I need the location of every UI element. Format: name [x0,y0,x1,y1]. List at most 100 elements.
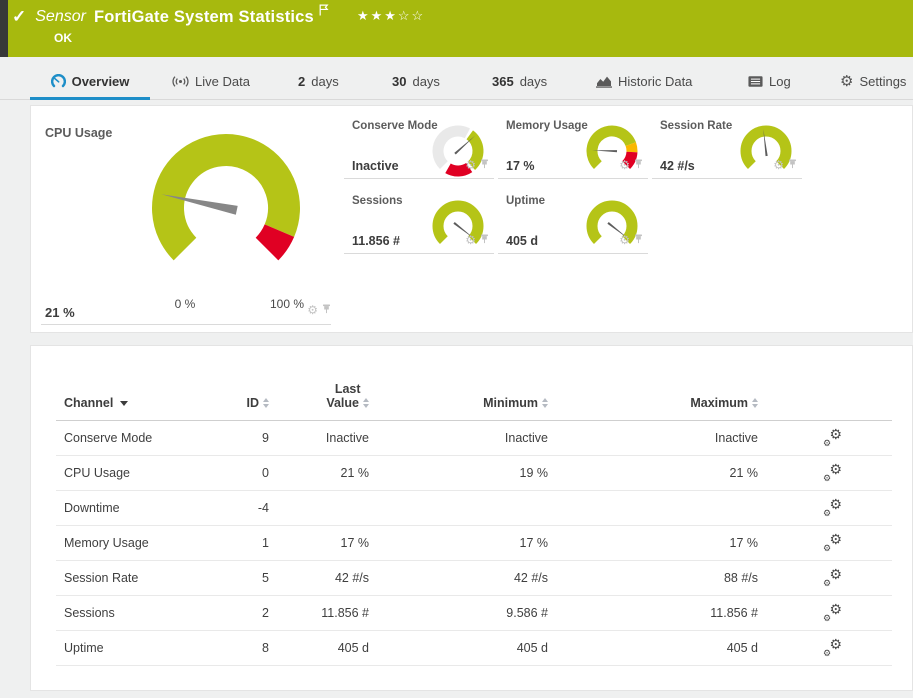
status-badge: OK [54,31,72,45]
gauge-tile-uptime: Uptime 405 d ⚙ [498,191,648,254]
gauge-title: Uptime [506,195,545,207]
column-label: Last [334,382,361,396]
status-ok-check-icon: ✓ [12,7,27,26]
column-header-maximum[interactable]: Maximum [690,396,758,410]
column-header-minimum[interactable]: Minimum [483,396,548,410]
channel-settings-button[interactable]: ⚙ ⚙ [823,567,842,588]
tab-overview[interactable]: Overview [30,62,150,100]
tab-number: 30 [392,73,407,89]
gauge-settings-gear-icon[interactable]: ⚙ [619,234,630,246]
table-row: Sessions 2 11.856 # 9.586 # 11.856 # ⚙ ⚙ [56,596,892,631]
table-row: Downtime -4 ⚙ ⚙ [56,491,892,526]
gear-icon: ⚙ [829,531,842,547]
small-gear-icon: ⚙ [823,438,832,448]
cell-channel-name: Memory Usage [64,536,149,550]
sort-arrows-icon [752,398,758,408]
cell-maximum: Inactive [714,431,758,445]
gauge-value: 405 d [506,234,538,248]
gauge-title: Conserve Mode [352,120,438,132]
column-header-channel[interactable]: Channel [64,396,129,410]
gauge-settings-gear-icon[interactable]: ⚙ [773,159,784,171]
tab-label: Log [769,73,791,89]
gear-icon: ⚙ [829,601,842,617]
gauge-tile-session-rate: Session Rate 42 #/s ⚙ [652,116,802,179]
channel-settings-button[interactable]: ⚙ ⚙ [823,426,842,448]
tab-365-days[interactable]: 365 days [492,62,547,100]
gauges-panel: CPU Usage 0 % 100 % 21 % ⚙ Conserve Mode… [30,105,913,333]
cell-maximum: 405 d [726,641,758,655]
gauge-pin-icon[interactable] [322,301,331,319]
cell-channel-name: Conserve Mode [64,431,153,445]
cell-last-value: 11.856 # [321,606,369,620]
gauge-settings-gear-icon[interactable]: ⚙ [619,159,630,171]
tab-live-data[interactable]: Live Data [172,62,250,100]
channel-settings-button[interactable]: ⚙ ⚙ [823,462,842,483]
cell-id: 5 [262,571,269,585]
priority-stars[interactable]: ★★★☆☆ [357,8,425,24]
cell-id: 0 [262,466,269,480]
log-list-icon [748,75,763,87]
gauge-title: Session Rate [660,120,733,132]
tab-label: Overview [71,73,130,89]
gauge-tile-sessions: Sessions 11.856 # ⚙ [344,191,494,254]
tab-bar: Overview Live Data 2 days 30 days 365 da… [0,62,913,100]
gauge-title: CPU Usage [45,126,113,140]
gauge-settings-gear-icon[interactable]: ⚙ [465,234,476,246]
tab-historic-data[interactable]: Historic Data [596,62,692,100]
cell-maximum: 21 % [729,466,759,480]
column-label: Minimum [483,396,538,410]
sort-arrows-icon [542,398,548,408]
gauge-settings-gear-icon[interactable]: ⚙ [465,159,476,171]
small-gear-icon: ⚙ [823,613,832,623]
table-row: Memory Usage 1 17 % 17 % 17 % ⚙ ⚙ [56,526,892,561]
small-gear-icon: ⚙ [823,578,832,588]
tab-2-days[interactable]: 2 days [298,62,339,100]
gear-icon: ⚙ [840,72,854,90]
small-gear-icon: ⚙ [823,473,832,483]
gauge-pin-icon[interactable] [634,156,643,174]
cell-id: -4 [257,501,269,515]
cell-last-value: 17 % [340,536,370,550]
column-label: ID [246,396,260,410]
cell-minimum: Inactive [504,431,548,445]
channel-settings-button[interactable]: ⚙ ⚙ [823,531,842,553]
cell-minimum: 42 #/s [513,571,548,585]
channel-settings-button[interactable]: ⚙ ⚙ [823,497,842,518]
cell-id: 2 [262,606,269,620]
sort-arrows-icon [363,398,369,408]
cell-maximum: 88 #/s [723,571,758,585]
channel-settings-button[interactable]: ⚙ ⚙ [823,636,842,658]
window-edge-strip [0,0,8,57]
active-tab-underline [30,97,150,100]
table-header-row: Channel ID Last Value Minimum Maximum [56,346,892,421]
column-header-last-value[interactable]: Last Value [326,382,369,410]
cpu-usage-gauge [152,134,300,261]
gear-icon: ⚙ [829,636,842,652]
tab-label: Live Data [195,73,250,89]
column-label: Channel [64,396,114,410]
sort-arrows-icon [263,398,269,408]
gauge-pin-icon[interactable] [634,231,643,249]
table-row: CPU Usage 0 21 % 19 % 21 % ⚙ ⚙ [56,456,892,491]
cell-maximum: 11.856 # [710,606,758,620]
gauge-title: Sessions [352,195,403,207]
tab-settings[interactable]: ⚙ Settings [840,62,906,100]
gear-icon: ⚙ [829,426,842,442]
gauge-tile-cpu-usage: CPU Usage 0 % 100 % 21 % ⚙ [41,116,331,325]
gauge-value: 42 #/s [660,159,695,173]
gauge-title: Memory Usage [506,120,588,132]
sort-caret-down-icon [120,400,129,406]
channel-settings-button[interactable]: ⚙ ⚙ [823,601,842,623]
tab-30-days[interactable]: 30 days [392,62,440,100]
gauge-tile-conserve-mode: Conserve Mode Inactive ⚙ [344,116,494,179]
gauge-settings-gear-icon[interactable]: ⚙ [307,304,318,316]
cell-id: 9 [262,431,269,445]
gauge-pin-icon[interactable] [480,231,489,249]
tab-label: days [519,73,548,89]
gauge-pin-icon[interactable] [788,156,797,174]
tab-log[interactable]: Log [748,62,791,100]
gauge-pin-icon[interactable] [480,156,489,174]
cell-minimum: 405 d [516,641,548,655]
priority-flag-icon[interactable] [319,3,329,21]
column-header-id[interactable]: ID [246,396,269,410]
